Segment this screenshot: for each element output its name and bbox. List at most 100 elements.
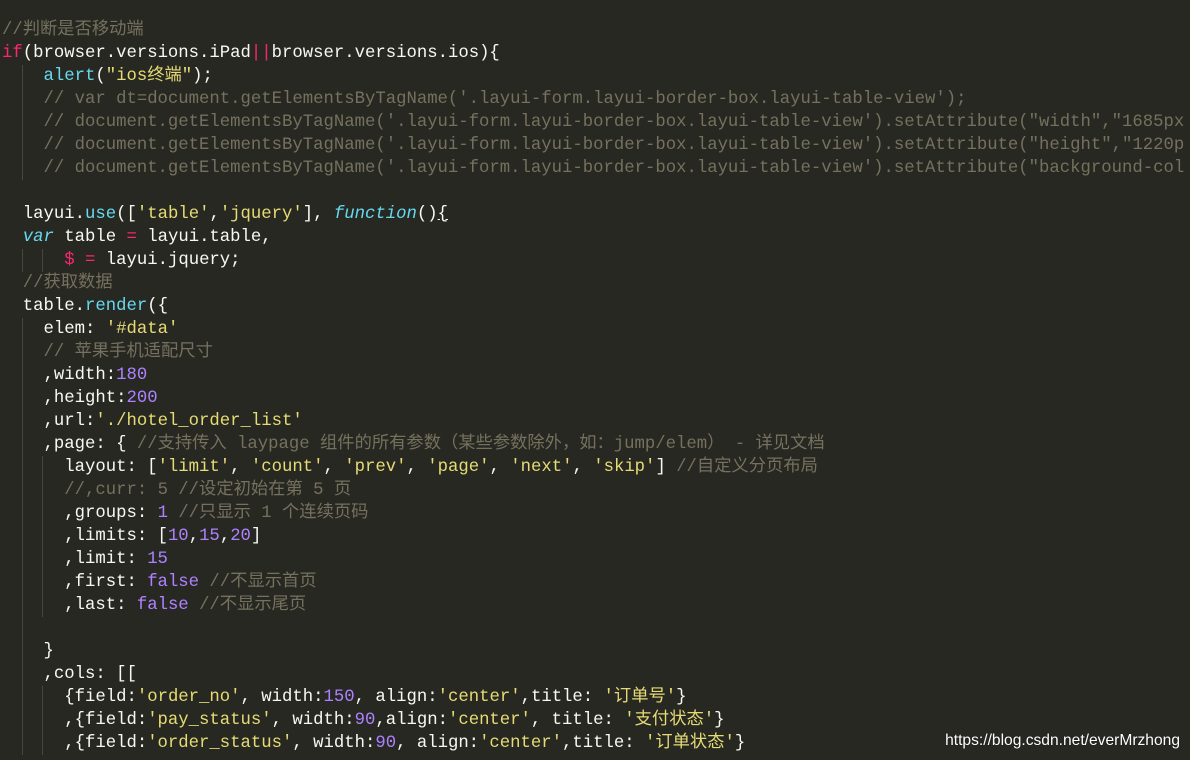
code-token: ,height: [2,389,127,408]
code-line: ,groups: 1 //只显示 1 个连续页码 [0,502,1190,525]
code-token: ,align: [375,711,448,730]
code-token: 'skip' [593,458,656,477]
code-token: //判断是否移动端 [2,21,144,40]
code-line: ,height:200 [0,387,1190,410]
code-token: , [572,458,594,477]
code-line: layout: ['limit', 'count', 'prev', 'page… [0,456,1190,479]
code-line: alert("ios终端"); [0,65,1190,88]
code-line: var table = layui.table, [0,226,1190,249]
code-token: , [323,458,345,477]
watermark: https://blog.csdn.net/everMrzhong [945,732,1180,749]
code-token: = [126,228,137,247]
code-token: false [136,596,189,615]
code-token: 'center' [437,688,521,707]
code-token: // document.getElementsByTagName('.layui… [43,136,1185,155]
code-token: ,title: [520,688,604,707]
code-token: '支付状态' [624,711,715,730]
code-token: ,limits: [ [2,527,168,546]
code-line: ,limits: [10,15,20] [0,525,1190,548]
code-token: function [333,205,417,224]
code-token: // document.getElementsByTagName('.layui… [43,113,1185,132]
code-token: 200 [126,389,158,408]
code-token: //支持传入 laypage 组件的所有参数（某些参数除外，如：jump/ele… [136,435,825,454]
code-token: (browser.versions.iPad [22,44,251,63]
code-token: '订单状态' [645,734,735,753]
code-token: ([ [116,205,137,224]
code-token: table [53,228,127,247]
code-token: 'page' [427,458,490,477]
code-token: , [209,205,220,224]
code-token: ( [95,67,106,86]
code-line: {field:'order_no', width:150, align:'cen… [0,686,1190,709]
code-line: ,width:180 [0,364,1190,387]
code-token: 90 [375,734,397,753]
code-token: false [147,573,200,592]
code-line: ,{field:'pay_status', width:90,align:'ce… [0,709,1190,732]
code-token: ({ [147,297,168,316]
code-token: , width: [240,688,324,707]
code-token: () [416,205,438,224]
code-token: ,last: [2,596,137,615]
code-token: } [734,734,746,753]
code-token: , [489,458,511,477]
code-line: ,cols: [[ [0,663,1190,686]
code-token: 'count' [250,458,324,477]
code-token: 90 [354,711,376,730]
code-line [0,617,1190,640]
code-token: // var dt=document.getElementsByTagName(… [43,90,967,109]
code-token: ,groups: [2,504,158,523]
code-token: './hotel_order_list' [95,412,303,431]
code-token: 180 [116,366,148,385]
code-token: //不显示尾页 [199,596,307,615]
code-token: ); [192,67,213,86]
code-token: 15 [199,527,220,546]
code-token: , [219,527,231,546]
code-token: ,width: [2,366,117,385]
code-line: if(browser.versions.iPad||browser.versio… [0,42,1190,65]
code-token: //,curr: 5 //设定初始在第 5 页 [64,481,352,500]
code-token: "ios终端" [105,67,193,86]
code-token: , title: [530,711,625,730]
code-token: ,{field: [2,734,148,753]
code-token: ,first: [2,573,148,592]
code-token: ,page: { [2,435,137,454]
code-token: //自定义分页布局 [676,458,818,477]
code-line: ,last: false //不显示尾页 [0,594,1190,617]
indent-guide [21,617,23,640]
code-token: , [406,458,428,477]
code-token: || [250,44,272,63]
code-token: 'jquery' [219,205,303,224]
code-editor[interactable]: //判断是否移动端 if(browser.versions.iPad||brows… [0,0,1190,760]
code-token: browser.versions.ios){ [271,44,500,63]
code-token: layui.table, [136,228,272,247]
code-token: //只显示 1 个连续页码 [178,504,369,523]
code-line: // document.getElementsByTagName('.layui… [0,134,1190,157]
code-line: // document.getElementsByTagName('.layui… [0,111,1190,134]
code-token: layui. [2,205,85,224]
code-token: } [2,642,54,661]
code-token: render [84,297,148,316]
code-line: //判断是否移动端 [0,19,1190,42]
code-line: // 苹果手机适配尺寸 [0,341,1190,364]
code-token: ] [250,527,262,546]
code-token: // document.getElementsByTagName('.layui… [43,159,1185,178]
code-token: 150 [323,688,355,707]
code-line: //,curr: 5 //设定初始在第 5 页 [0,479,1190,502]
code-token: 20 [230,527,251,546]
code-line: //获取数据 [0,272,1190,295]
code-token: elem: [2,320,106,339]
code-token: 'pay_status' [147,711,272,730]
code-token: ,url: [2,412,96,431]
code-token: 'table' [136,205,210,224]
code-token: $ = [64,251,96,270]
code-token: { [437,205,448,224]
code-token: if [2,44,23,63]
